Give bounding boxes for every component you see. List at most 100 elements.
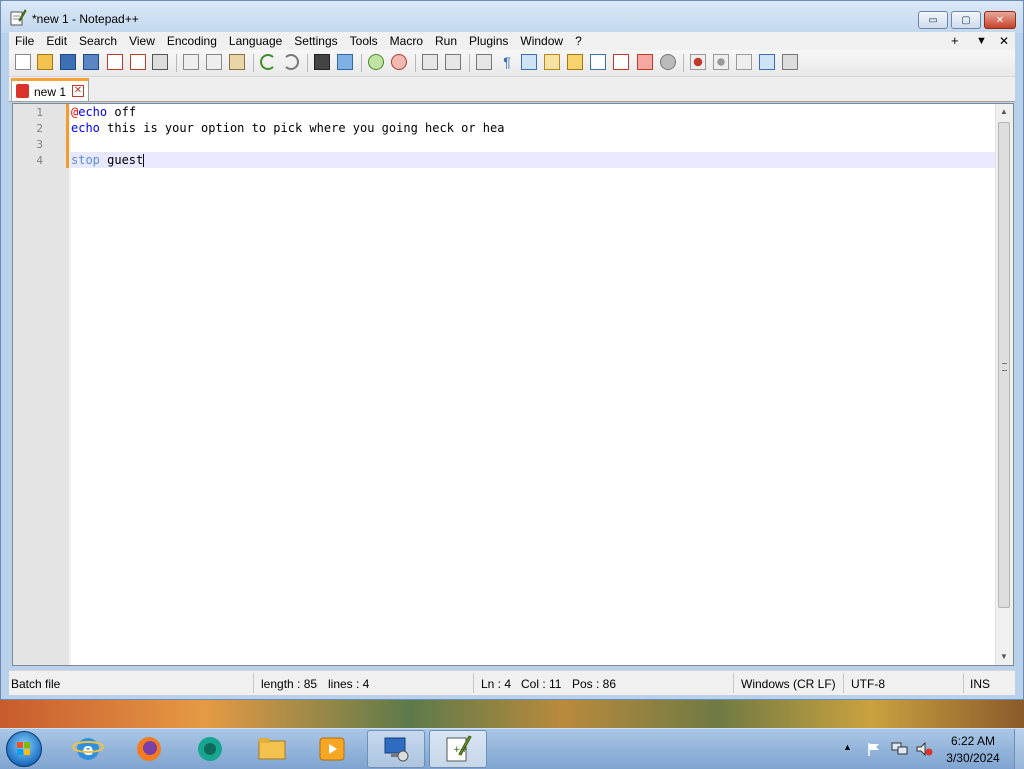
line-number: 3 — [36, 138, 43, 151]
status-language: Batch file — [11, 677, 61, 691]
playback-macro-icon[interactable] — [736, 54, 752, 70]
close-button[interactable]: ✕ — [984, 11, 1016, 29]
firefox-icon[interactable] — [133, 733, 165, 765]
tab-list-dropdown-button[interactable]: ▼ — [976, 32, 987, 50]
taskbar: e ++ ▲ 6:22 AM 3/30/2024 — [0, 728, 1024, 769]
clock-date[interactable]: 3/30/2024 — [938, 751, 1008, 765]
toolbar-separator — [469, 54, 470, 72]
menu-run[interactable]: Run — [429, 32, 463, 50]
record-macro-icon[interactable] — [690, 54, 706, 70]
save-all-icon[interactable] — [83, 54, 99, 70]
desktop-wallpaper — [0, 700, 1024, 728]
find-icon[interactable] — [314, 54, 330, 70]
menu-plugins[interactable]: Plugins — [463, 32, 514, 50]
indent-guide-icon[interactable] — [521, 54, 537, 70]
monitoring-icon[interactable] — [660, 54, 676, 70]
word-wrap-icon[interactable] — [476, 54, 492, 70]
folder-as-workspace-icon[interactable] — [637, 54, 653, 70]
internet-explorer-icon[interactable]: e — [72, 733, 104, 765]
cut-icon[interactable] — [183, 54, 199, 70]
new-file-icon[interactable] — [15, 54, 31, 70]
action-center-flag-icon[interactable] — [866, 741, 882, 757]
show-all-characters-icon[interactable]: ¶ — [499, 54, 515, 70]
scrollbar-thumb[interactable] — [998, 122, 1010, 608]
code-line[interactable]: @echo off — [70, 104, 998, 120]
replace-icon[interactable] — [337, 54, 353, 70]
media-player-icon[interactable] — [316, 733, 348, 765]
network-icon[interactable] — [890, 741, 908, 757]
show-desktop-button[interactable] — [1014, 729, 1024, 769]
taskbar-button-notepadpp[interactable]: ++ — [429, 730, 487, 768]
zoom-out-icon[interactable] — [391, 54, 407, 70]
status-eol-format: Windows (CR LF) — [741, 677, 836, 691]
paste-icon[interactable] — [229, 54, 245, 70]
menu-tools[interactable]: Tools — [344, 32, 384, 50]
menu-language[interactable]: Language — [223, 32, 288, 50]
menu-search[interactable]: Search — [73, 32, 123, 50]
tab-close-icon[interactable]: ✕ — [72, 85, 84, 97]
code-line[interactable] — [70, 136, 998, 152]
menu-macro[interactable]: Macro — [384, 32, 429, 50]
menu-window[interactable]: Window — [514, 32, 569, 50]
scroll-down-icon[interactable]: ▼ — [1000, 652, 1008, 661]
remote-desktop-icon — [384, 737, 409, 762]
menu-encoding[interactable]: Encoding — [161, 32, 223, 50]
run-macro-multiple-icon[interactable] — [759, 54, 775, 70]
stop-recording-icon[interactable] — [713, 54, 729, 70]
maximize-button[interactable]: ▢ — [951, 11, 981, 29]
windows-logo-icon — [17, 742, 30, 755]
notepadpp-app-icon — [10, 9, 27, 26]
start-button[interactable] — [6, 731, 42, 767]
minimize-button[interactable]: ▭ — [918, 11, 948, 29]
close-all-icon[interactable] — [130, 54, 146, 70]
title-bar[interactable]: *new 1 - Notepad++ ▭ ▢ ✕ — [1, 1, 1023, 33]
file-explorer-icon[interactable] — [256, 733, 288, 765]
save-icon[interactable] — [60, 54, 76, 70]
close-icon: ✕ — [995, 14, 1005, 26]
notepadpp-taskbar-icon: ++ — [446, 735, 472, 762]
show-hidden-icons-button[interactable]: ▲ — [843, 742, 852, 752]
line-number: 1 — [36, 106, 43, 119]
taskbar-button-remote-desktop[interactable] — [367, 730, 425, 768]
code-token-keyword: echo — [78, 105, 108, 119]
save-macro-icon[interactable] — [782, 54, 798, 70]
close-file-icon[interactable] — [107, 54, 123, 70]
code-line-current[interactable]: stop guest — [70, 152, 998, 168]
close-document-menu-button[interactable]: ✕ — [999, 32, 1009, 50]
status-divider — [253, 673, 254, 693]
vertical-scrollbar[interactable]: ▲ ▼ — [995, 104, 1013, 665]
code-line[interactable]: echo this is your option to pick where y… — [70, 120, 998, 136]
unsaved-file-icon — [16, 84, 29, 98]
fold-margin — [69, 104, 71, 665]
menu-edit[interactable]: Edit — [40, 32, 73, 50]
redo-icon[interactable] — [283, 54, 299, 70]
tab-new-1[interactable]: new 1 ✕ — [11, 78, 89, 101]
chat-app-icon[interactable] — [194, 733, 226, 765]
sync-vertical-icon[interactable] — [422, 54, 438, 70]
status-lines: lines : 4 — [328, 677, 370, 691]
menu-help[interactable]: ? — [569, 32, 588, 50]
volume-muted-icon[interactable] — [915, 741, 933, 757]
menu-view[interactable]: View — [123, 32, 161, 50]
print-icon[interactable] — [152, 54, 168, 70]
line-number: 4 — [36, 154, 43, 167]
zoom-in-icon[interactable] — [368, 54, 384, 70]
scroll-up-icon[interactable]: ▲ — [1000, 107, 1008, 116]
status-divider — [963, 673, 964, 693]
clock-time[interactable]: 6:22 AM — [938, 734, 1008, 748]
maximize-icon: ▢ — [961, 14, 971, 26]
toolbar: ¶ — [9, 50, 1015, 77]
sync-horizontal-icon[interactable] — [445, 54, 461, 70]
menu-file[interactable]: File — [9, 32, 40, 50]
new-document-menu-button[interactable]: + — [951, 32, 959, 50]
undo-icon[interactable] — [260, 54, 276, 70]
document-map-icon[interactable] — [567, 54, 583, 70]
text-editor[interactable]: 1 2 3 4 @echo off echo this is your opti… — [12, 103, 1014, 666]
copy-icon[interactable] — [206, 54, 222, 70]
document-list-icon[interactable] — [590, 54, 606, 70]
status-divider — [733, 673, 734, 693]
user-defined-language-icon[interactable] — [544, 54, 560, 70]
function-list-icon[interactable] — [613, 54, 629, 70]
menu-settings[interactable]: Settings — [288, 32, 343, 50]
open-file-icon[interactable] — [37, 54, 53, 70]
